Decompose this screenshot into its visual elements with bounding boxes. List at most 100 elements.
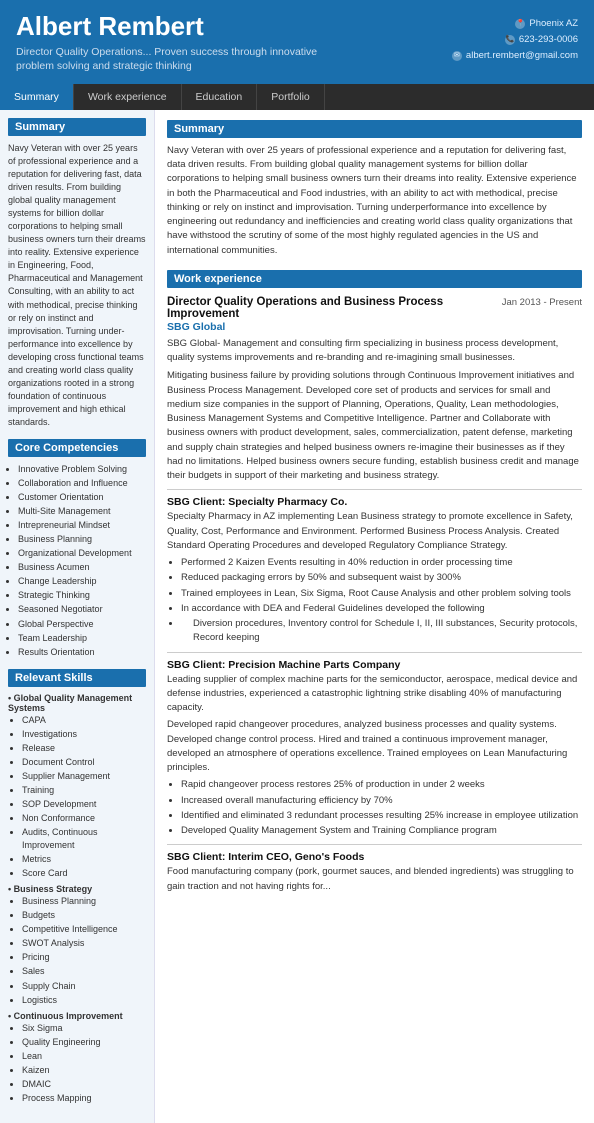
phone-icon: 📞 xyxy=(505,35,515,45)
sidebar-summary-text: Navy Veteran with over 25 years of profe… xyxy=(8,142,146,429)
location-text: Phoenix AZ xyxy=(529,16,578,32)
jobs-container: Director Quality Operations and Business… xyxy=(167,296,582,894)
location-item: 📍 Phoenix AZ xyxy=(452,16,578,32)
content-work-header: Work experience xyxy=(167,270,582,288)
bullet-item: Increased overall manufacturing efficien… xyxy=(181,794,582,808)
competency-item: Global Perspective xyxy=(18,618,146,631)
competency-item: Intrepreneurial Mindset xyxy=(18,519,146,532)
sub-client-description: Leading supplier of complex machine part… xyxy=(167,673,582,716)
client-bullets: Performed 2 Kaizen Events resulting in 4… xyxy=(167,556,582,646)
skill-item: Kaizen xyxy=(22,1064,146,1077)
content-work-section: Work experience Director Quality Operati… xyxy=(167,270,582,894)
main-layout: Summary Navy Veteran with over 25 years … xyxy=(0,110,594,1123)
sub-client-name: SBG Client: Precision Machine Parts Comp… xyxy=(167,659,582,671)
job-description-2: Mitigating business failure by providing… xyxy=(167,369,582,483)
skill-item: Supplier Management xyxy=(22,770,146,783)
skill-item: SOP Development xyxy=(22,798,146,811)
sub-client-name: SBG Client: Interim CEO, Geno's Foods xyxy=(167,851,582,863)
bullet-item: Identified and eliminated 3 redundant pr… xyxy=(181,809,582,823)
skill-item: Quality Engineering xyxy=(22,1036,146,1049)
bullet-item: In accordance with DEA and Federal Guide… xyxy=(181,602,582,616)
skill-item: CAPA xyxy=(22,714,146,727)
skill-item: DMAIC xyxy=(22,1078,146,1091)
sidebar-skills-header: Relevant Skills xyxy=(8,669,146,687)
skill-item: Business Planning xyxy=(22,895,146,908)
competency-item: Seasoned Negotiator xyxy=(18,603,146,616)
competency-item: Team Leadership xyxy=(18,632,146,645)
competency-item: Results Orientation xyxy=(18,646,146,659)
skill-item: Release xyxy=(22,742,146,755)
job-entry: Director Quality Operations and Business… xyxy=(167,296,582,894)
phone-item: 📞 623-293-0006 xyxy=(452,32,578,48)
email-text: albert.rembert@gmail.com xyxy=(466,48,578,64)
sidebar-summary-header: Summary xyxy=(8,118,146,136)
skill-item: Competitive Intelligence xyxy=(22,923,146,936)
nav-work-experience[interactable]: Work experience xyxy=(74,84,182,110)
job-description: SBG Global- Management and consulting fi… xyxy=(167,337,582,366)
competency-item: Innovative Problem Solving xyxy=(18,463,146,476)
skill-item: Pricing xyxy=(22,951,146,964)
email-icon: ✉ xyxy=(452,51,462,61)
competency-item: Organizational Development xyxy=(18,547,146,560)
client-bullets: Rapid changeover process restores 25% of… xyxy=(167,778,582,838)
competencies-list: Innovative Problem SolvingCollaboration … xyxy=(8,463,146,659)
bullet-item: Diversion procedures, Inventory control … xyxy=(181,617,582,646)
skill-item: Six Sigma xyxy=(22,1022,146,1035)
competency-item: Multi-Site Management xyxy=(18,505,146,518)
content-summary-header: Summary xyxy=(167,120,582,138)
location-icon: 📍 xyxy=(515,19,525,29)
skill-items: CAPAInvestigationsReleaseDocument Contro… xyxy=(8,714,146,881)
nav-summary[interactable]: Summary xyxy=(0,84,74,110)
content-summary-section: Summary Navy Veteran with over 25 years … xyxy=(167,120,582,258)
content-summary-text: Navy Veteran with over 25 years of profe… xyxy=(167,144,582,258)
skill-item: Investigations xyxy=(22,728,146,741)
skill-item: Audits, Continuous Improvement xyxy=(22,826,146,852)
skill-item: SWOT Analysis xyxy=(22,937,146,950)
skill-item: Lean xyxy=(22,1050,146,1063)
competency-item: Collaboration and Influence xyxy=(18,477,146,490)
bullet-item: Developed Quality Management System and … xyxy=(181,824,582,838)
skill-item: Supply Chain xyxy=(22,980,146,993)
sidebar-summary-section: Summary Navy Veteran with over 25 years … xyxy=(8,118,146,429)
candidate-title: Director Quality Operations... Proven su… xyxy=(16,45,356,74)
skill-items: Six SigmaQuality EngineeringLeanKaizenDM… xyxy=(8,1022,146,1105)
skill-item: Document Control xyxy=(22,756,146,769)
header: Albert Rembert Director Quality Operatio… xyxy=(0,0,594,84)
main-content: Summary Navy Veteran with over 25 years … xyxy=(155,110,594,1123)
sidebar-competencies-header: Core Competencies xyxy=(8,439,146,457)
skill-item: Metrics xyxy=(22,853,146,866)
nav-portfolio[interactable]: Portfolio xyxy=(257,84,325,110)
sub-client-name: SBG Client: Specialty Pharmacy Co. xyxy=(167,496,582,508)
skill-category-label: • Business Strategy xyxy=(8,884,146,894)
bullet-item: Reduced packaging errors by 50% and subs… xyxy=(181,571,582,585)
candidate-name: Albert Rembert xyxy=(16,12,356,41)
skill-item: Score Card xyxy=(22,867,146,880)
skill-item: Budgets xyxy=(22,909,146,922)
skill-category: • Continuous ImprovementSix SigmaQuality… xyxy=(8,1011,146,1105)
sidebar-competencies-section: Core Competencies Innovative Problem Sol… xyxy=(8,439,146,659)
job-title: Director Quality Operations and Business… xyxy=(167,296,494,320)
skill-category-label: • Continuous Improvement xyxy=(8,1011,146,1021)
sidebar-skills-section: Relevant Skills • Global Quality Managem… xyxy=(8,669,146,1105)
navigation: Summary Work experience Education Portfo… xyxy=(0,84,594,110)
skill-category: • Global Quality Management SystemsCAPAI… xyxy=(8,693,146,881)
sub-client-description: Food manufacturing company (pork, gourme… xyxy=(167,865,582,894)
skill-items: Business PlanningBudgetsCompetitive Inte… xyxy=(8,895,146,1006)
competency-item: Business Planning xyxy=(18,533,146,546)
email-item: ✉ albert.rembert@gmail.com xyxy=(452,48,578,64)
skill-item: Logistics xyxy=(22,994,146,1007)
competency-item: Customer Orientation xyxy=(18,491,146,504)
skill-item: Process Mapping xyxy=(22,1092,146,1105)
competency-item: Strategic Thinking xyxy=(18,589,146,602)
nav-education[interactable]: Education xyxy=(182,84,258,110)
bullet-item: Performed 2 Kaizen Events resulting in 4… xyxy=(181,556,582,570)
competency-item: Change Leadership xyxy=(18,575,146,588)
contact-info: 📍 Phoenix AZ 📞 623-293-0006 ✉ albert.rem… xyxy=(452,16,578,64)
skill-category-label: • Global Quality Management Systems xyxy=(8,693,146,713)
sub-client-description-2: Developed rapid changeover procedures, a… xyxy=(167,718,582,775)
bullet-item: Rapid changeover process restores 25% of… xyxy=(181,778,582,792)
skills-container: • Global Quality Management SystemsCAPAI… xyxy=(8,693,146,1105)
bullet-item: Trained employees in Lean, Six Sigma, Ro… xyxy=(181,587,582,601)
job-date: Jan 2013 - Present xyxy=(502,297,582,308)
header-left: Albert Rembert Director Quality Operatio… xyxy=(16,12,356,74)
